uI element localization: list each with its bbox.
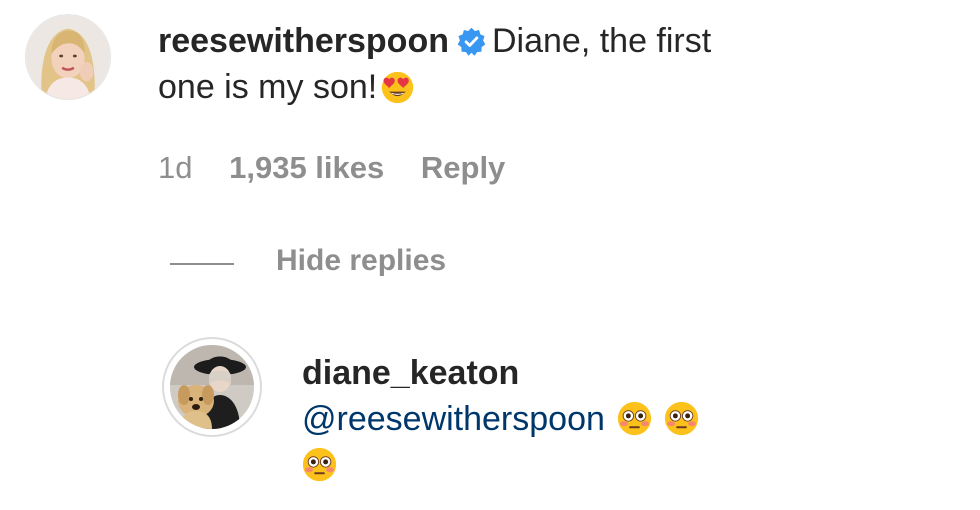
- avatar-photo: [26, 15, 110, 99]
- reply-body: diane_keaton @reesewitherspoon: [302, 350, 862, 488]
- reply-button[interactable]: Reply: [421, 150, 505, 185]
- comment-username[interactable]: reesewitherspoon: [158, 22, 449, 60]
- diane-keaton-avatar[interactable]: [170, 345, 254, 429]
- avatar-photo: [170, 345, 254, 429]
- hide-replies-button[interactable]: Hide replies: [276, 244, 446, 278]
- reply-mention-link[interactable]: @reesewitherspoon: [302, 400, 605, 438]
- replies-divider: [170, 263, 234, 265]
- flushed-face-emoji-icon: [617, 401, 652, 436]
- comment-body: reesewitherspoon Diane, the first one is…: [158, 18, 738, 110]
- comment-meta: 1d 1,935 likes Reply: [158, 150, 533, 186]
- flushed-face-emoji-icon: [302, 447, 337, 482]
- comment-likes[interactable]: 1,935 likes: [229, 150, 384, 185]
- heart-eyes-emoji-icon: [381, 71, 414, 104]
- flushed-face-emoji-icon: [664, 401, 699, 436]
- reply-username[interactable]: diane_keaton: [302, 354, 519, 392]
- reesewitherspoon-avatar[interactable]: [25, 14, 111, 100]
- verified-badge-icon: [457, 27, 486, 56]
- comment-timestamp[interactable]: 1d: [158, 150, 192, 185]
